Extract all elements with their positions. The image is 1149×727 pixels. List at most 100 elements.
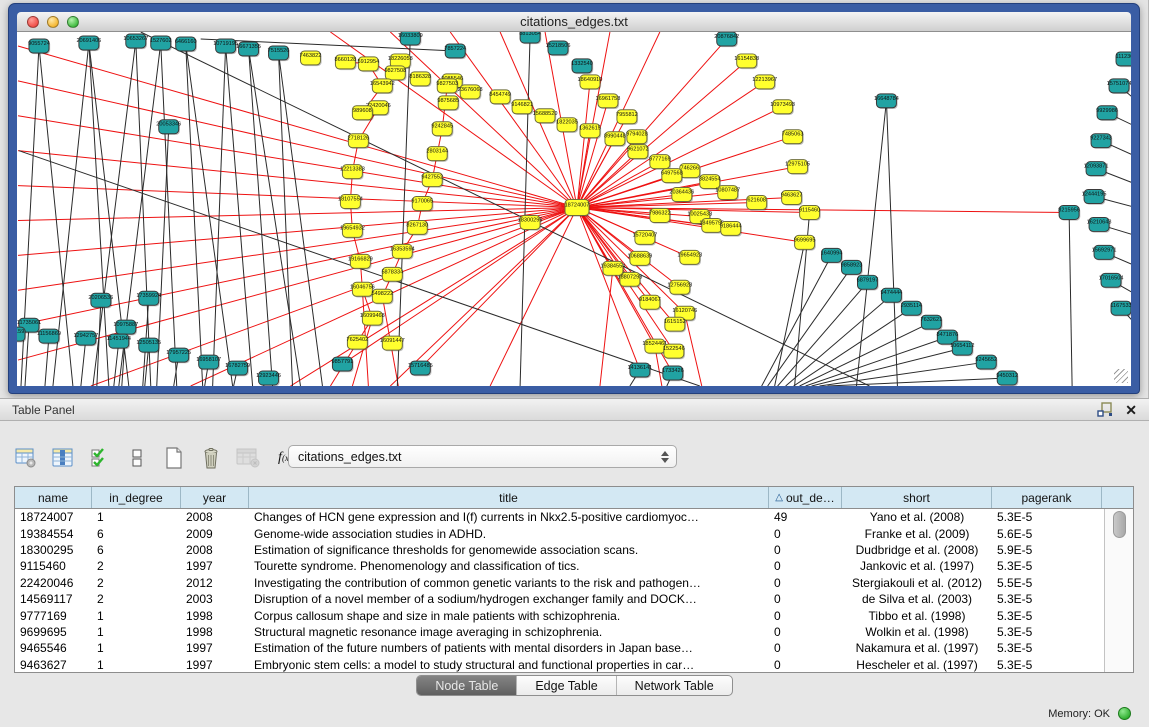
graph-node[interactable]: 18640910 <box>578 75 603 90</box>
delete-column-icon[interactable] <box>199 446 223 470</box>
graph-node[interactable]: 16210643 <box>1087 217 1112 232</box>
select-attributes-icon[interactable] <box>88 446 112 470</box>
graph-edge[interactable] <box>856 101 886 386</box>
graph-node[interactable]: 9450312 <box>996 371 1018 386</box>
graph-edge[interactable] <box>186 44 233 386</box>
table-row[interactable]: 1938455462009Genome-wide association stu… <box>15 525 1133 541</box>
column-header-short[interactable]: short <box>842 487 992 508</box>
column-header-year[interactable]: year <box>181 487 249 508</box>
column-header-name[interactable]: name <box>15 487 92 508</box>
graph-edge[interactable] <box>352 318 372 386</box>
graph-node[interactable]: 18724007 <box>565 200 591 217</box>
graph-node[interactable]: 23676068 <box>458 85 483 100</box>
graph-edge[interactable] <box>768 267 852 386</box>
graph-node[interactable]: 16033809 <box>398 32 423 46</box>
graph-node[interactable]: 989608 <box>352 106 373 121</box>
graph-node[interactable]: 5878334 <box>381 267 403 282</box>
rows-icon[interactable] <box>125 446 149 470</box>
graph-node[interactable]: 5912954 <box>358 57 380 72</box>
graph-node[interactable]: 18107554 <box>338 195 363 210</box>
graph-node[interactable]: 10975887 <box>113 320 138 335</box>
graph-node[interactable]: 8660128 <box>335 55 357 70</box>
graph-node[interactable]: 11451944 <box>107 334 131 349</box>
graph-node[interactable]: 621608 <box>747 196 768 211</box>
graph-edge[interactable] <box>136 41 151 386</box>
graph-node[interactable]: 7485063 <box>782 130 804 145</box>
graph-node[interactable]: 9929986 <box>1096 106 1118 121</box>
tab-edge-table[interactable]: Edge Table <box>517 676 616 695</box>
graph-node[interactable]: 2935114 <box>901 301 923 316</box>
graph-node[interactable]: 2803144 <box>426 147 448 162</box>
table-row[interactable]: 977716911998Corpus callosum shape and si… <box>15 607 1133 623</box>
graph-node[interactable]: 15688520 <box>533 109 558 124</box>
graph-node[interactable]: 9227343 <box>1090 134 1112 149</box>
graph-node[interactable]: 393159 <box>17 327 26 342</box>
graph-edge[interactable] <box>685 313 702 386</box>
graph-node[interactable]: 16961758 <box>596 94 621 109</box>
graph-node[interactable]: 9794028 <box>626 130 648 145</box>
graph-edge[interactable] <box>806 337 948 386</box>
graph-node[interactable]: 1527602 <box>150 36 172 51</box>
graph-node[interactable]: 16543942 <box>370 79 395 94</box>
graph-node[interactable]: 1733426 <box>662 366 684 381</box>
graph-node[interactable]: 12756928 <box>667 280 692 295</box>
tab-network-table[interactable]: Network Table <box>617 676 732 695</box>
network-canvas[interactable]: 1872400790557242069140610653267152760264… <box>17 32 1131 386</box>
graph-node[interactable]: 16353594 <box>390 244 415 259</box>
graph-edge[interactable] <box>18 208 577 291</box>
graph-node[interactable]: 17957225 <box>166 348 191 363</box>
graph-node[interactable]: 9474444 <box>881 288 903 303</box>
graph-node[interactable]: 17359924 <box>136 291 161 306</box>
graph-node[interactable]: 9186444 <box>720 221 742 236</box>
table-row[interactable]: 911546021997Tourette syndrome. Phenomeno… <box>15 558 1133 574</box>
graph-node[interactable]: 1362615 <box>579 124 601 139</box>
graph-edge[interactable] <box>800 322 932 386</box>
graph-edge[interactable] <box>18 208 577 221</box>
graph-edge[interactable] <box>778 282 868 386</box>
tab-node-table[interactable]: Node Table <box>417 676 517 695</box>
graph-node[interactable]: 2718126 <box>348 134 370 149</box>
graph-node[interactable]: 20206536 <box>88 293 113 308</box>
graph-edge[interactable] <box>812 348 963 386</box>
graph-node[interactable]: 12444195 <box>1082 190 1107 205</box>
close-panel-icon[interactable]: ✕ <box>1125 403 1137 417</box>
graph-node[interactable]: 16782759 <box>225 361 250 376</box>
graph-node[interactable]: 20876842 <box>714 32 739 47</box>
graph-node[interactable]: 9055724 <box>28 39 50 54</box>
graph-node[interactable]: 12213967 <box>752 75 777 90</box>
graph-edge[interactable] <box>186 44 203 386</box>
graph-node[interactable]: 16091447 <box>380 336 405 351</box>
graph-node[interactable]: 10807487 <box>715 186 740 201</box>
column-header-title[interactable]: title <box>249 487 769 508</box>
graph-edge[interactable] <box>18 46 577 208</box>
table-row[interactable]: 946554611997Estimation of the future num… <box>15 640 1133 656</box>
graph-node[interactable]: 8454749 <box>489 90 511 105</box>
graph-node[interactable]: 1167533 <box>1110 301 1131 316</box>
graph-edge[interactable] <box>97 300 101 386</box>
graph-node[interactable]: 18300295 <box>518 215 543 230</box>
scrollbar-thumb[interactable] <box>1113 511 1126 538</box>
network-window-titlebar[interactable]: citations_edges.txt <box>17 12 1131 32</box>
graph-node[interactable]: 6497568 <box>661 169 683 184</box>
graph-node[interactable]: 8267130 <box>406 220 428 235</box>
graph-node[interactable]: 9463627 <box>781 191 803 206</box>
resize-grip-icon[interactable] <box>1114 369 1128 383</box>
graph-node[interactable]: 16648784 <box>874 94 899 109</box>
graph-node[interactable]: 7463822 <box>300 51 322 66</box>
vertical-scrollbar[interactable] <box>1104 509 1133 672</box>
graph-node[interactable]: 14136141 <box>627 363 652 378</box>
graph-node[interactable]: 7986322 <box>649 209 671 224</box>
graph-node[interactable]: 16671355 <box>236 42 261 57</box>
graph-node[interactable]: 15218506 <box>546 41 571 56</box>
graph-node[interactable]: 12213383 <box>340 165 365 180</box>
graph-node[interactable]: 10654112 <box>950 341 974 356</box>
graph-node[interactable]: 9242845 <box>431 122 453 137</box>
table-mode-icon[interactable] <box>14 446 38 470</box>
graph-node[interactable]: 16154838 <box>734 54 759 69</box>
graph-node[interactable]: 15716485 <box>408 361 433 376</box>
graph-node[interactable]: 9699695 <box>794 235 816 250</box>
graph-node[interactable]: 10719195 <box>213 39 238 54</box>
column-header-out_de[interactable]: △out_de… <box>769 487 842 508</box>
graph-node[interactable]: 7625402 <box>347 335 369 350</box>
graph-node[interactable]: 20053346 <box>156 120 181 135</box>
